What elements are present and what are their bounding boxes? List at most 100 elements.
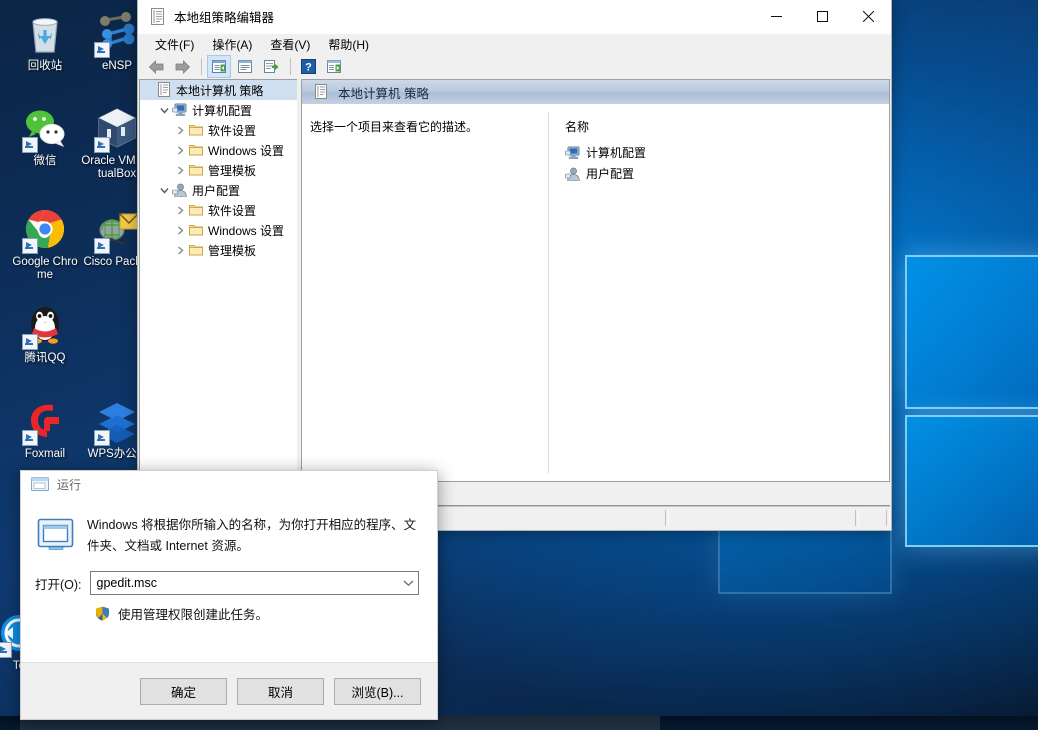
chevron-right-icon[interactable] bbox=[172, 205, 188, 215]
folder-icon bbox=[188, 222, 205, 238]
wechat-icon bbox=[22, 110, 68, 154]
export-list-icon[interactable] bbox=[259, 55, 283, 78]
desktop-icon-chrome[interactable]: Google Chrome bbox=[8, 206, 82, 282]
tree-node-4[interactable]: 用户配置 bbox=[140, 180, 297, 200]
list-item-label: 用户配置 bbox=[586, 167, 635, 181]
desktop-icon-recycle-bin[interactable]: 回收站 bbox=[8, 10, 82, 73]
console-root-icon bbox=[315, 84, 329, 100]
tree-node-3[interactable]: 管理模板 bbox=[140, 160, 297, 180]
group-policy-editor-window[interactable]: 本地组策略编辑器 文件(F) 操作(A) 查看(V) 帮助(H) ? 本地计算机… bbox=[137, 0, 892, 531]
cancel-button[interactable]: 取消 bbox=[237, 677, 324, 705]
desktop-icon-wechat[interactable]: 微信 bbox=[8, 105, 82, 168]
desktop-icon-foxmail[interactable]: Foxmail bbox=[8, 398, 82, 461]
desktop-icon-label: 微信 bbox=[33, 155, 57, 167]
svg-text:?: ? bbox=[305, 62, 312, 74]
desktop-icon-label: 腾讯QQ bbox=[24, 352, 66, 364]
menu-file[interactable]: 文件(F) bbox=[146, 34, 203, 55]
show-hide-tree-icon[interactable] bbox=[207, 55, 231, 78]
run-open-combobox[interactable] bbox=[89, 571, 419, 595]
tree-node-label: 计算机配置 bbox=[192, 103, 253, 118]
shortcut-overlay-icon bbox=[94, 238, 110, 254]
console-document-icon bbox=[150, 7, 166, 26]
result-list[interactable]: 名称 计算机配置 用户配置 bbox=[549, 104, 889, 481]
status-pane-3 bbox=[859, 507, 890, 529]
menu-help[interactable]: 帮助(H) bbox=[319, 34, 378, 55]
result-pane-title: 本地计算机 策略 bbox=[338, 86, 429, 101]
window-title: 本地组策略编辑器 bbox=[174, 11, 275, 25]
shortcut-overlay-icon bbox=[22, 334, 38, 350]
chevron-down-icon[interactable] bbox=[156, 106, 172, 115]
list-item-label: 计算机配置 bbox=[586, 146, 647, 160]
tree-node-2[interactable]: Windows 设置 bbox=[140, 140, 297, 160]
maximize-button[interactable] bbox=[799, 0, 845, 33]
user-config-icon bbox=[172, 182, 189, 198]
user-config-icon bbox=[565, 166, 582, 182]
browse-button[interactable]: 浏览(B)... bbox=[334, 677, 421, 705]
qq-icon bbox=[22, 307, 68, 351]
ok-button[interactable]: 确定 bbox=[140, 677, 227, 705]
description-text: 选择一个项目来查看它的描述。 bbox=[310, 120, 479, 134]
shortcut-overlay-icon bbox=[22, 430, 38, 446]
description-area: 选择一个项目来查看它的描述。 bbox=[302, 104, 548, 481]
folder-icon bbox=[188, 202, 205, 218]
chevron-right-icon[interactable] bbox=[172, 225, 188, 235]
menu-view[interactable]: 查看(V) bbox=[261, 34, 319, 55]
shortcut-overlay-icon bbox=[22, 137, 38, 153]
toolbar-separator-1 bbox=[201, 58, 202, 75]
run-dialog-titlebar[interactable]: 运行 bbox=[21, 471, 437, 497]
result-pane[interactable]: 本地计算机 策略 选择一个项目来查看它的描述。 名称 计算机配置 用户配置 bbox=[301, 79, 890, 482]
folder-icon bbox=[188, 142, 205, 158]
console-tree-pane[interactable]: 本地计算机 策略 计算机配置 软件设置 Windows 设置 管理模板 用户配置 软件设置 W… bbox=[139, 79, 298, 482]
shortcut-overlay-icon bbox=[94, 430, 110, 446]
computer-config-icon bbox=[172, 102, 189, 118]
properties-icon[interactable] bbox=[233, 55, 257, 78]
run-description-row: Windows 将根据你所输入的名称，为你打开相应的程序、文件夹、文档或 Int… bbox=[21, 497, 437, 557]
list-item[interactable]: 用户配置 bbox=[565, 163, 889, 184]
list-item[interactable]: 计算机配置 bbox=[565, 142, 889, 163]
tree-node-1[interactable]: 软件设置 bbox=[140, 120, 297, 140]
menu-action[interactable]: 操作(A) bbox=[203, 34, 261, 55]
help-icon[interactable]: ? bbox=[296, 55, 320, 78]
folder-icon bbox=[188, 122, 205, 138]
column-header-name[interactable]: 名称 bbox=[565, 118, 889, 135]
desktop-icon-qq[interactable]: 腾讯QQ bbox=[8, 302, 82, 365]
window-titlebar[interactable]: 本地组策略编辑器 bbox=[138, 0, 891, 34]
status-pane-2 bbox=[669, 507, 859, 529]
tree-node-label: Windows 设置 bbox=[208, 223, 285, 238]
toolbar[interactable]: ? bbox=[138, 54, 891, 80]
console-root-icon bbox=[156, 82, 173, 98]
back-icon[interactable] bbox=[144, 55, 168, 78]
run-large-icon bbox=[35, 515, 77, 553]
chrome-icon bbox=[22, 209, 68, 255]
chevron-right-icon[interactable] bbox=[172, 125, 188, 135]
close-button[interactable] bbox=[845, 0, 891, 33]
run-dialog[interactable]: 运行 Windows 将根据你所输入的名称，为你打开相应的程序、文件夹、文档或 … bbox=[20, 470, 438, 720]
folder-icon bbox=[188, 162, 205, 178]
menu-bar[interactable]: 文件(F) 操作(A) 查看(V) 帮助(H) bbox=[138, 34, 891, 54]
chevron-down-icon[interactable] bbox=[398, 573, 418, 593]
chevron-right-icon[interactable] bbox=[172, 245, 188, 255]
wps-icon bbox=[94, 403, 140, 447]
run-admin-hint: 使用管理权限创建此任务。 bbox=[21, 595, 437, 623]
console-tree[interactable]: 本地计算机 策略 计算机配置 软件设置 Windows 设置 管理模板 用户配置 软件设置 W… bbox=[140, 80, 297, 260]
chevron-right-icon[interactable] bbox=[172, 165, 188, 175]
shortcut-overlay-icon bbox=[0, 642, 12, 658]
run-open-input[interactable] bbox=[90, 572, 398, 594]
tree-node-local-computer-policy[interactable]: 本地计算机 策略 bbox=[140, 80, 297, 100]
toolbar-separator-2 bbox=[290, 58, 291, 75]
packet-tracer-icon bbox=[94, 213, 140, 255]
tree-node-label: 管理模板 bbox=[208, 243, 257, 258]
minimize-button[interactable] bbox=[753, 0, 799, 33]
chevron-down-icon[interactable] bbox=[156, 186, 172, 195]
computer-config-icon bbox=[565, 145, 582, 161]
forward-icon[interactable] bbox=[170, 55, 194, 78]
ensp-icon bbox=[94, 12, 140, 59]
show-detail-pane-icon[interactable] bbox=[322, 55, 346, 78]
tree-node-7[interactable]: 管理模板 bbox=[140, 240, 297, 260]
tree-node-0[interactable]: 计算机配置 bbox=[140, 100, 297, 120]
tree-node-5[interactable]: 软件设置 bbox=[140, 200, 297, 220]
folder-icon bbox=[188, 242, 205, 258]
console-client-area: 本地计算机 策略 计算机配置 软件设置 Windows 设置 管理模板 用户配置 软件设置 W… bbox=[139, 79, 890, 506]
chevron-right-icon[interactable] bbox=[172, 145, 188, 155]
tree-node-6[interactable]: Windows 设置 bbox=[140, 220, 297, 240]
